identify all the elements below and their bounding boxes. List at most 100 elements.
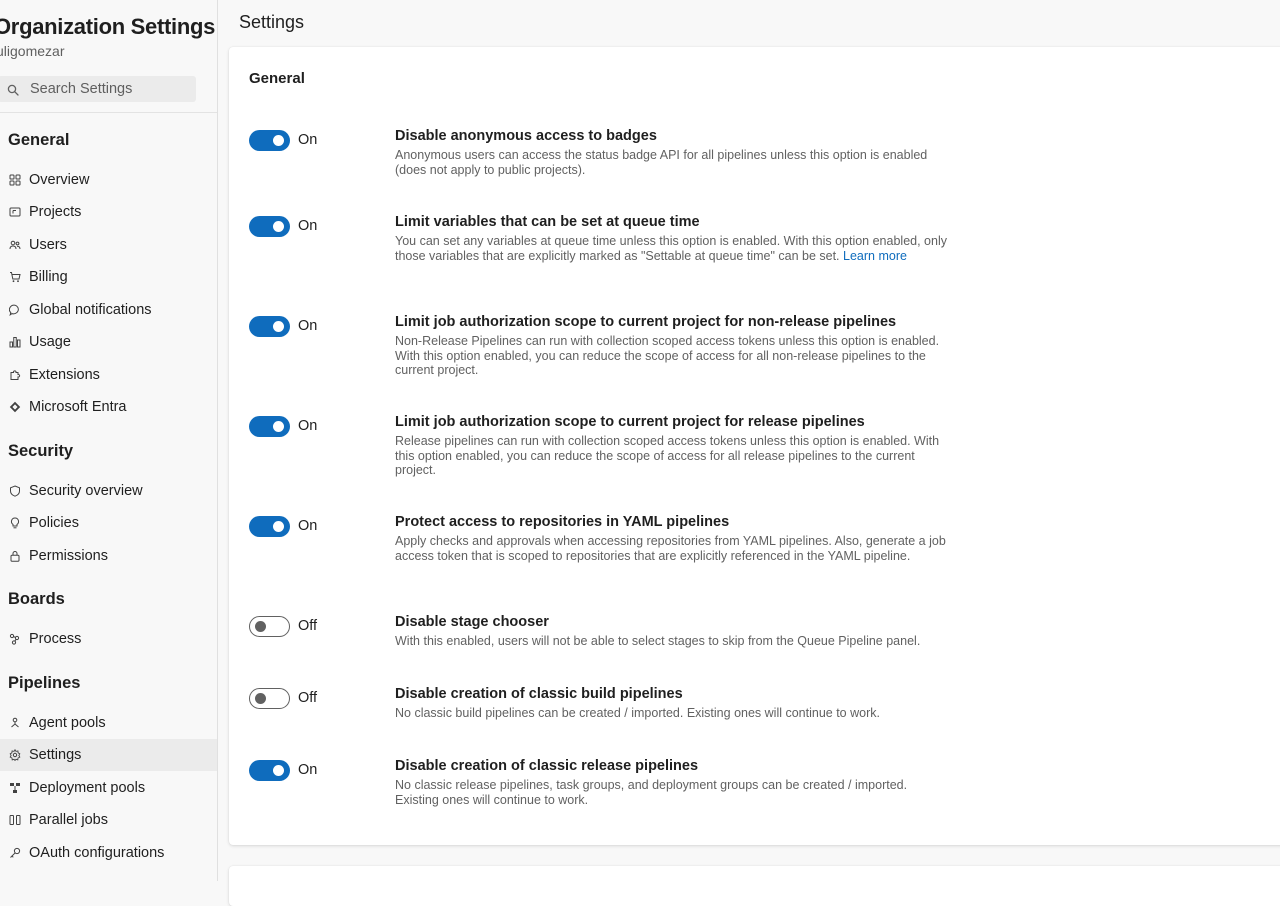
gear-icon [9,749,21,761]
sidebar-item-label: Global notifications [29,302,152,318]
deployment-icon [9,782,21,794]
puzzle-icon [9,369,21,381]
sidebar-item-label: Agent pools [29,715,106,731]
sidebar-item-label: Settings [29,747,82,763]
sidebar: Organization Settings uligomezar General… [0,0,218,881]
sidebar-item-agent-pools[interactable]: Agent pools [0,707,217,739]
toggle-switch[interactable] [249,616,290,637]
toggle-switch[interactable] [249,516,290,537]
setting-title: Protect access to repositories in YAML p… [395,514,730,530]
sidebar-item-microsoft-entra[interactable]: Microsoft Entra [0,391,217,423]
search-input[interactable] [30,80,190,98]
sidebar-item-global-notifications[interactable]: Global notifications [0,294,217,326]
toggle-switch[interactable] [249,130,290,151]
setting-description: No classic build pipelines can be create… [395,706,880,720]
sidebar-item-overview[interactable]: Overview [0,164,217,196]
learn-more-link[interactable]: Learn more [843,249,907,263]
sidebar-item-deployment-pools[interactable]: Deployment pools [0,772,217,804]
toggle-knob [273,765,284,776]
toggle-state-label: On [298,218,318,234]
toggle-state-label: Off [298,690,318,706]
page-title: Settings [239,12,305,32]
sidebar-item-security-overview[interactable]: Security overview [0,475,217,507]
search-icon [7,83,19,96]
section-heading-boards: Boards [8,590,65,608]
chat-icon [9,304,21,316]
sidebar-item-label: Projects [29,204,82,220]
usage-icon [9,336,21,348]
setting-title: Limit variables that can be set at queue… [395,214,700,230]
sidebar-item-label: Extensions [29,367,100,383]
card-heading: General [249,70,305,87]
sidebar-item-parallel-jobs[interactable]: Parallel jobs [0,804,217,836]
sidebar-item-label: Users [29,237,67,253]
entra-icon [9,401,21,413]
section-heading-security: Security [8,442,74,460]
sidebar-item-label: Security overview [29,483,143,499]
setting-title: Disable creation of classic release pipe… [395,758,699,774]
key-icon [9,847,21,859]
setting-title: Disable anonymous access to badges [395,128,657,144]
sidebar-item-projects[interactable]: Projects [0,196,217,228]
lock-icon [9,550,21,562]
sidebar-item-usage[interactable]: Usage [0,326,217,358]
toggle-knob [255,621,266,632]
agent-pools-icon [9,717,21,729]
toggle-switch[interactable] [249,760,290,781]
lightbulb-icon [9,517,21,529]
toggle-switch[interactable] [249,316,290,337]
toggle-knob [273,521,284,532]
setting-description: No classic release pipelines, task group… [395,778,908,807]
sidebar-item-label: OAuth configurations [29,845,165,861]
sidebar-item-billing[interactable]: Billing [0,261,217,293]
toggle-state-label: On [298,518,318,534]
toggle-switch[interactable] [249,416,290,437]
setting-description: With this enabled, users will not be abl… [395,634,921,648]
parallel-icon [9,814,21,826]
cart-icon [9,271,21,283]
process-icon [9,633,21,645]
sidebar-item-label: Usage [29,334,71,350]
toggle-state-label: Off [298,618,318,634]
setting-title: Limit job authorization scope to current… [395,414,865,430]
toggle-knob [273,135,284,146]
sidebar-divider [0,112,217,113]
sidebar-item-label: Policies [29,515,79,531]
org-name: uligomezar [0,43,65,59]
sidebar-item-policies[interactable]: Policies [0,507,217,539]
toggle-knob [273,321,284,332]
sidebar-item-label: Overview [29,172,90,188]
overview-icon [9,174,21,186]
sidebar-item-label: Microsoft Entra [29,399,127,415]
sidebar-item-extensions[interactable]: Extensions [0,359,217,391]
org-title: Organization Settings [0,14,216,39]
sidebar-item-permissions[interactable]: Permissions [0,540,217,572]
toggle-state-label: On [298,318,318,334]
setting-description: Release pipelines can run with collectio… [395,434,940,477]
sidebar-item-label: Deployment pools [29,780,146,796]
toggle-knob [255,693,266,704]
sidebar-item-users[interactable]: Users [0,229,217,261]
setting-description: Non-Release Pipelines can run with colle… [395,334,940,377]
toggle-switch[interactable] [249,216,290,237]
sidebar-item-label: Permissions [29,548,108,564]
setting-description: Apply checks and approvals when accessin… [395,534,946,563]
shield-icon [9,485,21,497]
sidebar-item-process[interactable]: Process [0,623,217,655]
general-settings-card: General On Disable anonymous access to b… [229,47,1280,845]
setting-description: You can set any variables at queue time … [395,234,951,263]
toggle-switch[interactable] [249,688,290,709]
sidebar-item-label: Parallel jobs [29,812,108,828]
sidebar-item-settings[interactable]: Settings [0,739,217,771]
projects-icon [9,206,21,218]
toggle-state-label: On [298,762,318,778]
toggle-state-label: On [298,418,318,434]
search-box[interactable] [0,76,196,102]
setting-title: Limit job authorization scope to current… [395,314,897,330]
section-heading-general: General [8,131,70,149]
toggle-state-label: On [298,132,318,148]
toggle-knob [273,221,284,232]
sidebar-item-oauth-configurations[interactable]: OAuth configurations [0,837,217,869]
sidebar-item-label: Process [29,631,82,647]
setting-description: Anonymous users can access the status ba… [395,148,928,177]
